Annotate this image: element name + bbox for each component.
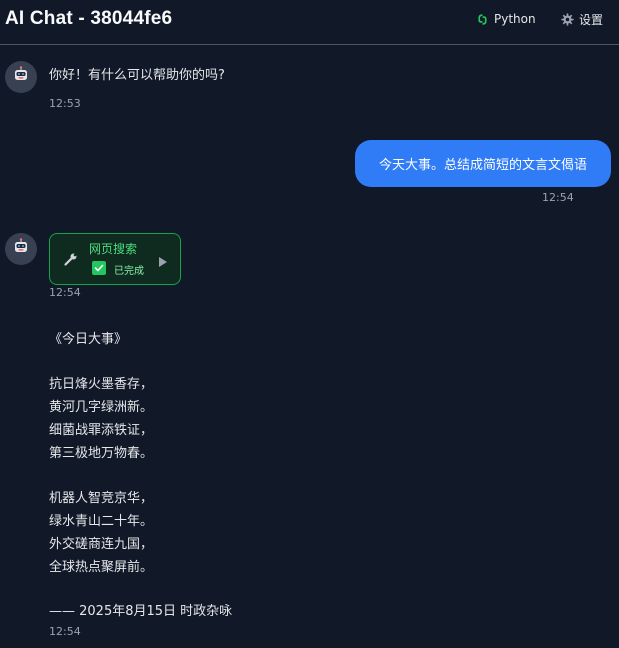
poem-line: 全球热点聚屏前。 (49, 560, 154, 575)
header-bar: AI Chat - 38044fe6 Python 设置 (0, 0, 619, 45)
settings-label: 设置 (579, 12, 604, 27)
gear-icon (561, 12, 574, 26)
python-label: Python (494, 12, 536, 26)
play-icon[interactable] (158, 253, 168, 272)
tool-call-card[interactable]: 网页搜索 已完成 (49, 233, 181, 285)
poem-line: 黄河几字绿洲新。 (49, 400, 154, 415)
robot-icon (12, 238, 30, 260)
python-button[interactable]: Python (476, 10, 536, 28)
poem-signature: —— 2025年8月15日 时政杂咏 (49, 604, 233, 619)
chat-app: AI Chat - 38044fe6 Python 设置 你好！有什么可以帮助你… (0, 0, 619, 648)
message-timestamp: 12:53 (49, 97, 81, 110)
user-message-bubble: 今天大事。总结成简短的文言文偈语 (355, 140, 611, 187)
poem-timestamp: 12:54 (49, 625, 81, 638)
robot-icon (12, 66, 30, 88)
wrench-icon (63, 251, 79, 271)
assistant-avatar (5, 61, 37, 93)
checkbox-checked-icon (92, 261, 106, 275)
poem-line: 机器人智竞京华， (49, 491, 154, 506)
poem-line: 第三极地万物春。 (49, 446, 154, 461)
page-title: AI Chat - 38044fe6 (5, 8, 173, 29)
poem-line: 细菌战罪添铁证， (49, 423, 154, 438)
assistant-avatar (5, 233, 37, 265)
poem-title: 《今日大事》 (49, 332, 128, 347)
tool-name: 网页搜索 (89, 242, 138, 256)
tool-status: 已完成 (114, 266, 144, 277)
user-message-timestamp: 12:54 (542, 191, 574, 204)
poem-line: 外交磋商连九国， (49, 537, 154, 552)
user-message-text: 今天大事。总结成简短的文言文偈语 (378, 158, 587, 173)
poem-line: 绿水青山二十年。 (49, 514, 154, 529)
settings-button[interactable]: 设置 (561, 10, 603, 28)
assistant-message-greeting: 你好！有什么可以帮助你的吗? (49, 68, 225, 83)
python-icon (476, 13, 489, 26)
poem-line: 抗日烽火墨香存， (49, 377, 154, 392)
tool-timestamp: 12:54 (49, 286, 81, 299)
